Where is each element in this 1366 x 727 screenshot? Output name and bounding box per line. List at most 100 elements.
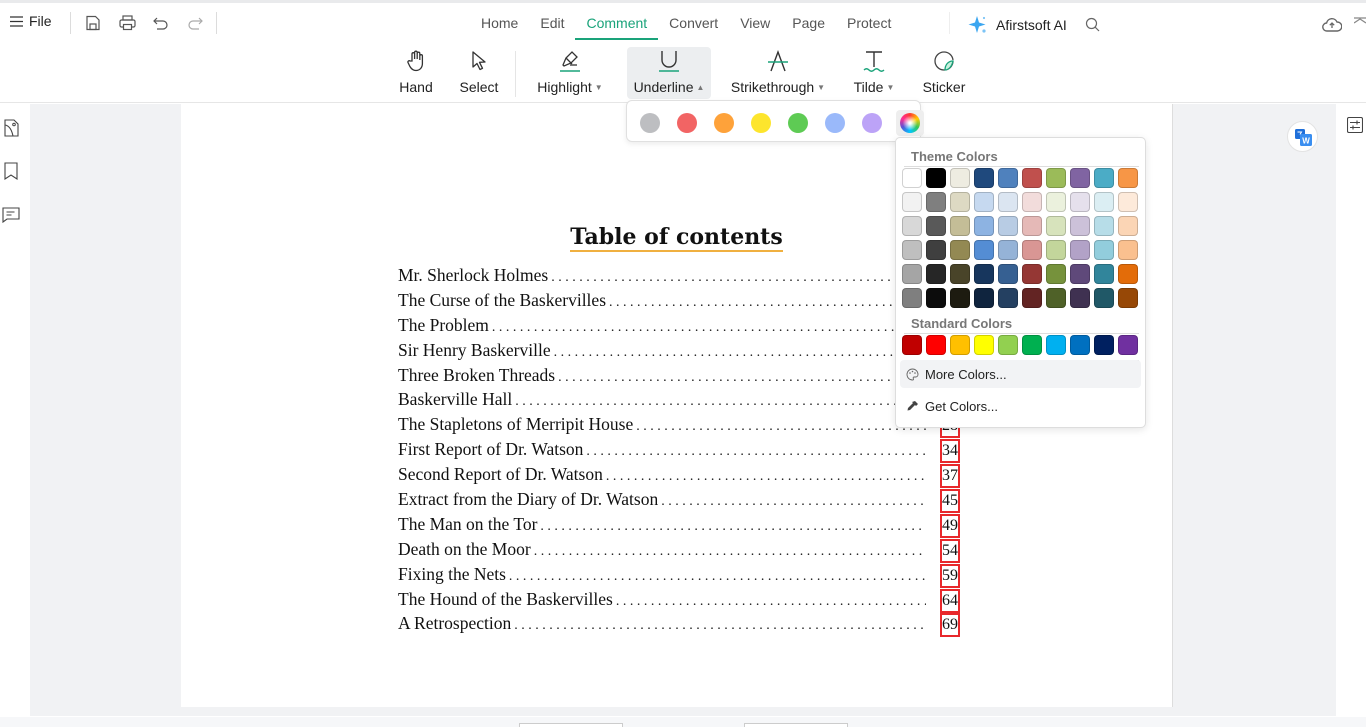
- toc-entry[interactable]: The Hound of the Baskervilles 64: [398, 588, 960, 614]
- quick-color-swatch[interactable]: [714, 113, 734, 133]
- theme-color-swatch[interactable]: [926, 216, 946, 236]
- theme-color-swatch[interactable]: [1094, 168, 1114, 188]
- toc-entry[interactable]: The Curse of the Baskervilles: [398, 290, 958, 315]
- theme-color-swatch[interactable]: [998, 192, 1018, 212]
- tab-comment[interactable]: Comment: [575, 6, 658, 40]
- theme-color-swatch[interactable]: [926, 264, 946, 284]
- quick-color-swatch[interactable]: [825, 113, 845, 133]
- theme-color-swatch[interactable]: [902, 192, 922, 212]
- standard-color-swatch[interactable]: [1046, 335, 1066, 355]
- theme-color-swatch[interactable]: [1046, 192, 1066, 212]
- theme-color-swatch[interactable]: [1118, 168, 1138, 188]
- theme-color-swatch[interactable]: [974, 216, 994, 236]
- print-button[interactable]: [117, 13, 137, 33]
- standard-color-swatch[interactable]: [926, 335, 946, 355]
- strikethrough-tool-button[interactable]: Strikethrough ▼: [728, 47, 828, 99]
- quick-color-swatch[interactable]: [751, 113, 771, 133]
- theme-color-swatch[interactable]: [1094, 240, 1114, 260]
- more-colors-toggle[interactable]: [896, 110, 924, 136]
- standard-color-swatch[interactable]: [998, 335, 1018, 355]
- theme-color-swatch[interactable]: [1022, 192, 1042, 212]
- quick-color-swatch[interactable]: [862, 113, 882, 133]
- standard-color-swatch[interactable]: [950, 335, 970, 355]
- theme-color-swatch[interactable]: [1046, 240, 1066, 260]
- toc-entry[interactable]: The Man on the Tor 49: [398, 513, 960, 539]
- theme-color-swatch[interactable]: [902, 288, 922, 308]
- tilde-tool-button[interactable]: Tilde ▼: [850, 47, 898, 99]
- theme-color-swatch[interactable]: [926, 168, 946, 188]
- theme-color-swatch[interactable]: [926, 288, 946, 308]
- theme-color-swatch[interactable]: [1046, 168, 1066, 188]
- theme-color-swatch[interactable]: [1070, 288, 1090, 308]
- comment-list-icon[interactable]: [2, 206, 20, 224]
- toc-entry[interactable]: Fixing the Nets 59: [398, 563, 960, 589]
- hand-tool-button[interactable]: Hand: [393, 47, 439, 99]
- theme-color-swatch[interactable]: [950, 168, 970, 188]
- more-colors-item[interactable]: More Colors...: [900, 360, 1141, 388]
- quick-color-swatch[interactable]: [788, 113, 808, 133]
- toc-entry[interactable]: Death on the Moor 54: [398, 538, 960, 564]
- theme-color-swatch[interactable]: [950, 264, 970, 284]
- chevron-down-icon[interactable]: ▼: [595, 83, 603, 92]
- ai-assistant-button[interactable]: Afirstsoft AI: [968, 15, 1067, 35]
- theme-color-swatch[interactable]: [1118, 288, 1138, 308]
- theme-color-swatch[interactable]: [1070, 264, 1090, 284]
- theme-color-swatch[interactable]: [902, 168, 922, 188]
- theme-color-swatch[interactable]: [1118, 192, 1138, 212]
- toc-entry[interactable]: The Stapletons of Merripit House28: [398, 414, 960, 439]
- theme-color-swatch[interactable]: [974, 168, 994, 188]
- theme-color-swatch[interactable]: [1022, 216, 1042, 236]
- theme-color-swatch[interactable]: [926, 240, 946, 260]
- file-menu-button[interactable]: File: [10, 13, 52, 29]
- theme-color-swatch[interactable]: [1070, 168, 1090, 188]
- theme-color-swatch[interactable]: [1094, 192, 1114, 212]
- theme-color-swatch[interactable]: [998, 288, 1018, 308]
- chevron-up-icon[interactable]: ▲: [697, 83, 705, 92]
- standard-color-swatch[interactable]: [1118, 335, 1138, 355]
- theme-color-swatch[interactable]: [974, 240, 994, 260]
- toc-entry[interactable]: A Retrospection 69: [398, 613, 960, 638]
- underline-tool-button[interactable]: Underline ▲: [627, 47, 711, 99]
- theme-color-swatch[interactable]: [1118, 216, 1138, 236]
- standard-color-swatch[interactable]: [1070, 335, 1090, 355]
- toc-entry[interactable]: The Problem: [398, 315, 958, 340]
- quick-color-swatch[interactable]: [640, 113, 660, 133]
- highlight-tool-button[interactable]: Highlight ▼: [531, 47, 609, 99]
- theme-color-swatch[interactable]: [926, 192, 946, 212]
- theme-color-swatch[interactable]: [1070, 216, 1090, 236]
- theme-color-swatch[interactable]: [902, 264, 922, 284]
- cloud-upload-button[interactable]: [1322, 17, 1343, 37]
- search-button[interactable]: [1085, 17, 1100, 37]
- toc-entry[interactable]: First Report of Dr. Watson 34: [398, 439, 960, 464]
- theme-color-swatch[interactable]: [950, 240, 970, 260]
- theme-color-swatch[interactable]: [950, 192, 970, 212]
- standard-color-swatch[interactable]: [974, 335, 994, 355]
- select-tool-button[interactable]: Select: [456, 47, 502, 99]
- tab-edit[interactable]: Edit: [529, 6, 575, 40]
- toc-entry[interactable]: Sir Henry Baskerville: [398, 340, 958, 365]
- chevron-down-icon[interactable]: ▼: [817, 83, 825, 92]
- sticker-tool-button[interactable]: Sticker: [920, 47, 968, 99]
- theme-color-swatch[interactable]: [1022, 264, 1042, 284]
- theme-color-swatch[interactable]: [1094, 288, 1114, 308]
- theme-color-swatch[interactable]: [974, 288, 994, 308]
- theme-color-swatch[interactable]: [998, 264, 1018, 284]
- tab-home[interactable]: Home: [470, 6, 529, 40]
- standard-color-swatch[interactable]: [902, 335, 922, 355]
- page-nav-control[interactable]: [519, 723, 623, 727]
- theme-color-swatch[interactable]: [1022, 240, 1042, 260]
- word-convert-button[interactable]: W: [1287, 121, 1318, 152]
- theme-color-swatch[interactable]: [950, 216, 970, 236]
- theme-color-swatch[interactable]: [998, 240, 1018, 260]
- theme-color-swatch[interactable]: [1070, 240, 1090, 260]
- theme-color-swatch[interactable]: [974, 264, 994, 284]
- theme-color-swatch[interactable]: [1046, 264, 1066, 284]
- theme-color-swatch[interactable]: [998, 216, 1018, 236]
- save-button[interactable]: [83, 13, 103, 33]
- theme-color-swatch[interactable]: [974, 192, 994, 212]
- theme-color-swatch[interactable]: [1118, 264, 1138, 284]
- theme-color-swatch[interactable]: [1022, 168, 1042, 188]
- standard-color-swatch[interactable]: [1094, 335, 1114, 355]
- theme-color-swatch[interactable]: [1046, 288, 1066, 308]
- redo-button[interactable]: [185, 13, 205, 33]
